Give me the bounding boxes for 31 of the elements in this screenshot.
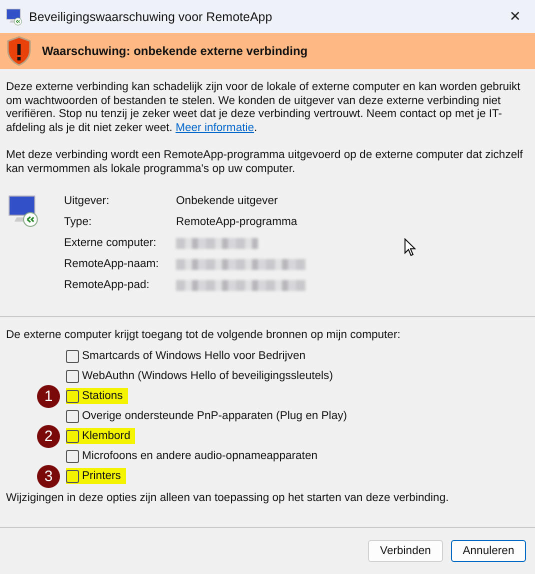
detail-value: Onbekende uitgever bbox=[176, 195, 279, 208]
window-title: Beveiligingswaarschuwing voor RemoteApp bbox=[29, 10, 274, 24]
detail-label: Externe computer: bbox=[64, 237, 158, 250]
detail-value: RemoteApp-programma bbox=[176, 216, 298, 229]
detail-label: RemoteApp-naam: bbox=[64, 258, 160, 271]
detail-label: RemoteApp-pad: bbox=[64, 279, 150, 292]
resource-checkbox[interactable]: WebAuthn (Windows Hello of beveiligingssleutels) bbox=[66, 368, 333, 384]
detail-label: Type: bbox=[64, 216, 93, 229]
resource-checkbox[interactable]: Overige ondersteunde PnP-apparaten (Plug en Play) bbox=[66, 408, 348, 424]
number-badge: 3 bbox=[37, 465, 60, 488]
resource-checkbox[interactable]: Microfoons en andere audio-opnameapparaten bbox=[66, 448, 318, 464]
warning-shield-icon bbox=[6, 36, 32, 66]
note-text: Wijzigingen in deze opties zijn alleen van toepassing op het starten van deze verbinding. bbox=[6, 492, 450, 505]
number-badge: 1 bbox=[37, 385, 60, 408]
resource-checkbox[interactable]: Stations bbox=[66, 388, 128, 404]
more-info-link[interactable]: Meer informatie bbox=[176, 122, 254, 134]
close-button[interactable]: ✕ bbox=[503, 6, 527, 26]
warning-text: Deze externe verbinding kan schadelijk zijn voor de lokale of externe computer en kan worden gebruikt om wachtwoorden of bestanden te stelen. We konden de uitgever van deze externe verbinding niet verifiëren. Stop nu tenzij je zeker weet dat je deze verbinding vertrouwt. Neem contact op met je IT-afdeling als je dit niet zeker weet. Meer informatie. bbox=[6, 81, 522, 135]
dialog-button[interactable]: Verbinden bbox=[368, 540, 443, 562]
mouse-cursor-icon bbox=[404, 238, 416, 257]
resource-checkbox[interactable]: Printers bbox=[66, 468, 126, 484]
banner-title: Waarschuwing: onbekende externe verbinding bbox=[42, 44, 308, 58]
detail-label: Uitgever: bbox=[64, 195, 110, 208]
resource-checkbox[interactable]: Smartcards of Windows Hello voor Bedrijven bbox=[66, 348, 306, 364]
resource-checkbox[interactable]: Klembord bbox=[66, 428, 136, 444]
remote-computer-icon bbox=[5, 8, 23, 26]
description-text: Met deze verbinding wordt een RemoteApp-programma uitgevoerd op de externe computer dat zichzelf kan vermommen als lokale programma's op uw computer. bbox=[6, 149, 524, 176]
dialog-button[interactable]: Annuleren bbox=[451, 540, 526, 562]
number-badge: 2 bbox=[37, 425, 60, 448]
resources-heading: De externe computer krijgt toegang tot de volgende bronnen op mijn computer: bbox=[6, 329, 402, 341]
remote-computer-icon bbox=[6, 194, 40, 228]
